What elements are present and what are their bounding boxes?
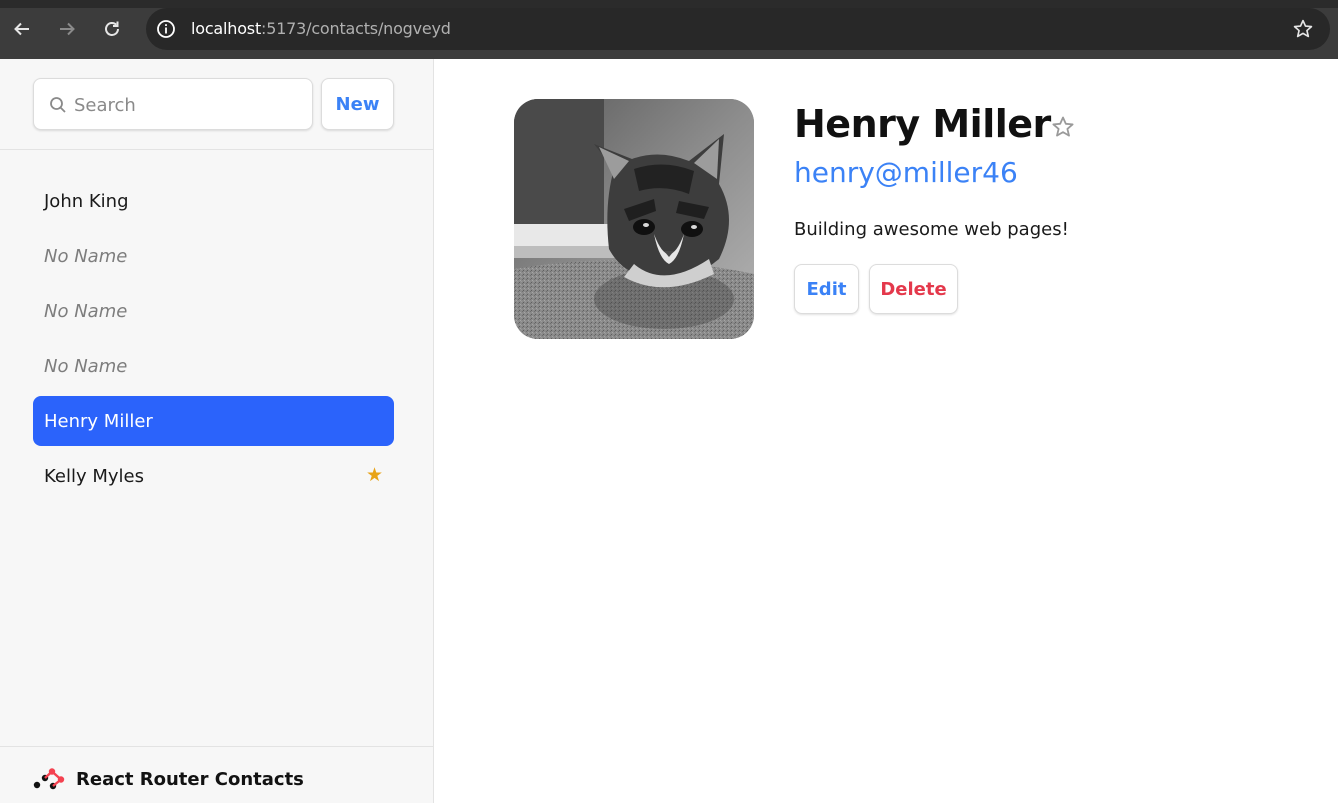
star-outline-icon[interactable]	[1292, 18, 1314, 40]
back-arrow-icon	[14, 22, 29, 36]
brand: React Router Contacts	[33, 767, 304, 791]
contact-name: Henry Miller	[44, 410, 153, 432]
info-icon[interactable]	[156, 19, 176, 39]
contact-item[interactable]: John King	[33, 176, 394, 226]
react-router-logo-icon	[33, 768, 65, 790]
contact-item[interactable]: No Name	[33, 231, 394, 281]
search-input[interactable]	[74, 91, 304, 119]
back-button[interactable]	[7, 14, 37, 44]
contact-avatar	[514, 99, 754, 339]
contact-name: No Name	[44, 355, 128, 377]
contact-name-heading: Henry Miller	[794, 102, 1051, 146]
sidebar: New John King No Name No Name No Name He…	[0, 59, 434, 803]
divider	[0, 149, 433, 150]
reload-button[interactable]	[97, 14, 127, 44]
contact-item[interactable]: No Name	[33, 341, 394, 391]
favorite-star-outline-icon[interactable]	[1050, 114, 1076, 140]
favorite-star-icon: ★	[365, 464, 383, 486]
forward-button[interactable]	[52, 14, 82, 44]
kitten-photo	[514, 99, 754, 339]
contact-name: No Name	[44, 300, 128, 322]
contact-name: No Name	[44, 245, 128, 267]
edit-button[interactable]: Edit	[794, 264, 859, 314]
browser-toolbar: localhost:5173/contacts/nogveyd	[0, 0, 1338, 59]
url-host: localhost	[191, 19, 262, 38]
forward-arrow-icon	[60, 22, 75, 36]
contact-item[interactable]: Kelly Myles ★	[33, 451, 394, 501]
reload-icon	[105, 21, 119, 36]
contact-name: John King	[44, 190, 129, 212]
search-icon	[50, 97, 66, 113]
brand-name: React Router Contacts	[76, 768, 304, 790]
tab-strip	[0, 0, 1338, 8]
contact-item[interactable]: No Name	[33, 286, 394, 336]
contact-name: Kelly Myles	[44, 465, 144, 487]
address-bar[interactable]: localhost:5173/contacts/nogveyd	[146, 8, 1330, 50]
divider	[0, 746, 433, 747]
contact-handle-link[interactable]: henry@miller46	[794, 156, 1018, 189]
url-text[interactable]: localhost:5173/contacts/nogveyd	[191, 19, 451, 38]
url-path: :5173/contacts/nogveyd	[261, 19, 451, 38]
contact-item-active[interactable]: Henry Miller	[33, 396, 394, 446]
delete-button[interactable]: Delete	[869, 264, 958, 314]
contact-list: John King No Name No Name No Name Henry …	[33, 176, 394, 506]
search-form	[33, 78, 313, 130]
new-contact-button[interactable]: New	[321, 78, 394, 130]
contact-notes: Building awesome web pages!	[794, 219, 1069, 240]
